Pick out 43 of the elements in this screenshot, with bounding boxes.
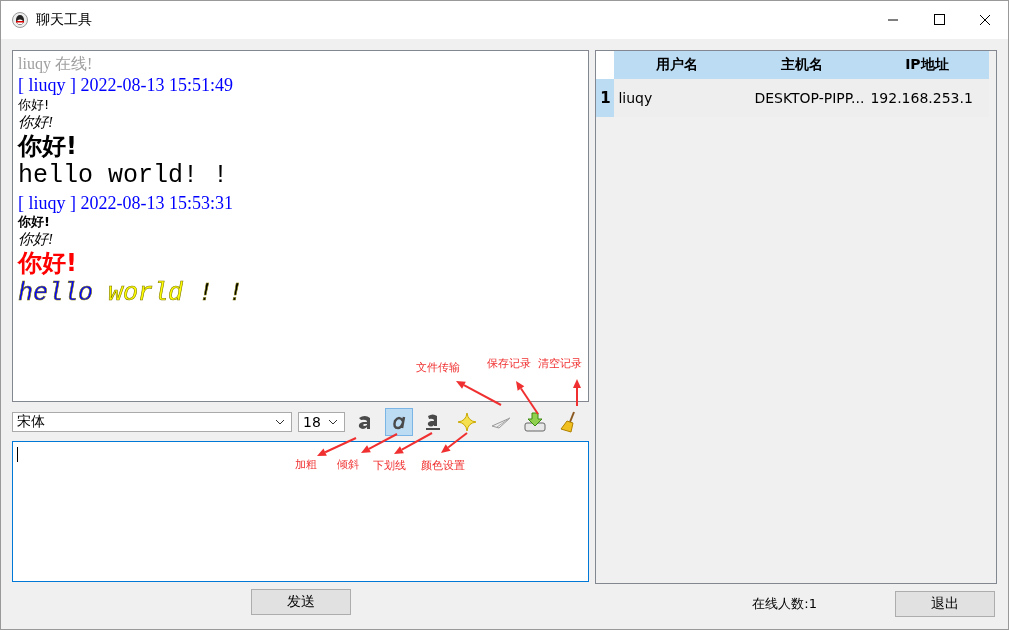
font-dropdown[interactable]: 宋体 (12, 412, 292, 432)
exit-button[interactable]: 退出 (895, 591, 995, 617)
annotation-label: 文件传输 (416, 360, 460, 375)
annotation-label: 下划线 (373, 458, 406, 473)
online-count: 在线人数:1 (752, 595, 817, 613)
chat-message: liuqy 在线! (18, 54, 94, 74)
annotation-arrow (516, 381, 539, 415)
column-header[interactable]: IP地址 (864, 51, 990, 79)
column-header[interactable]: 用户名 (614, 51, 740, 79)
column-header[interactable]: 主机名 (739, 51, 865, 79)
annotation-label: 加粗 (295, 457, 317, 472)
caret-icon (328, 419, 338, 425)
sparkle-icon (457, 412, 477, 432)
chat-message: [ liuqy ] 2022-08-13 15:53:31 (18, 191, 234, 215)
annotation-arrow (317, 437, 357, 456)
annotation-arrow (361, 433, 398, 453)
underline-icon (423, 412, 443, 432)
download-icon (524, 411, 546, 433)
chat-message: hello world ! ! (18, 277, 245, 310)
annotation-label: 清空记录 (538, 356, 582, 371)
chat-message: hello world! ! (18, 160, 230, 192)
annotation-label: 倾斜 (337, 457, 359, 472)
annotation-arrow (394, 432, 433, 454)
size-dropdown[interactable]: 18 (298, 412, 345, 432)
toolbar-button[interactable] (385, 408, 413, 436)
app-icon (12, 12, 28, 28)
annotation-arrow (441, 432, 468, 453)
row-number: 1 (596, 79, 615, 117)
annotation-label: 保存记录 (487, 356, 531, 371)
chat-message: [ liuqy ] 2022-08-13 15:51:49 (18, 74, 234, 97)
chat-message: 你好! (18, 230, 54, 250)
window-title: 聊天工具 (36, 11, 92, 29)
chat-message: 你好! (18, 214, 51, 231)
message-input[interactable] (12, 441, 590, 582)
chat-message: 你好! (18, 112, 54, 132)
chat-message: 你好! (18, 249, 78, 278)
chat-message: 你好! (18, 96, 51, 113)
annotation-arrow (456, 381, 502, 406)
annotation-label: 颜色设置 (421, 458, 465, 473)
caret-icon (275, 419, 285, 425)
annotation-arrow (573, 379, 581, 407)
chat-message: 你好! (18, 131, 78, 161)
send-button[interactable]: 发送 (250, 589, 351, 615)
